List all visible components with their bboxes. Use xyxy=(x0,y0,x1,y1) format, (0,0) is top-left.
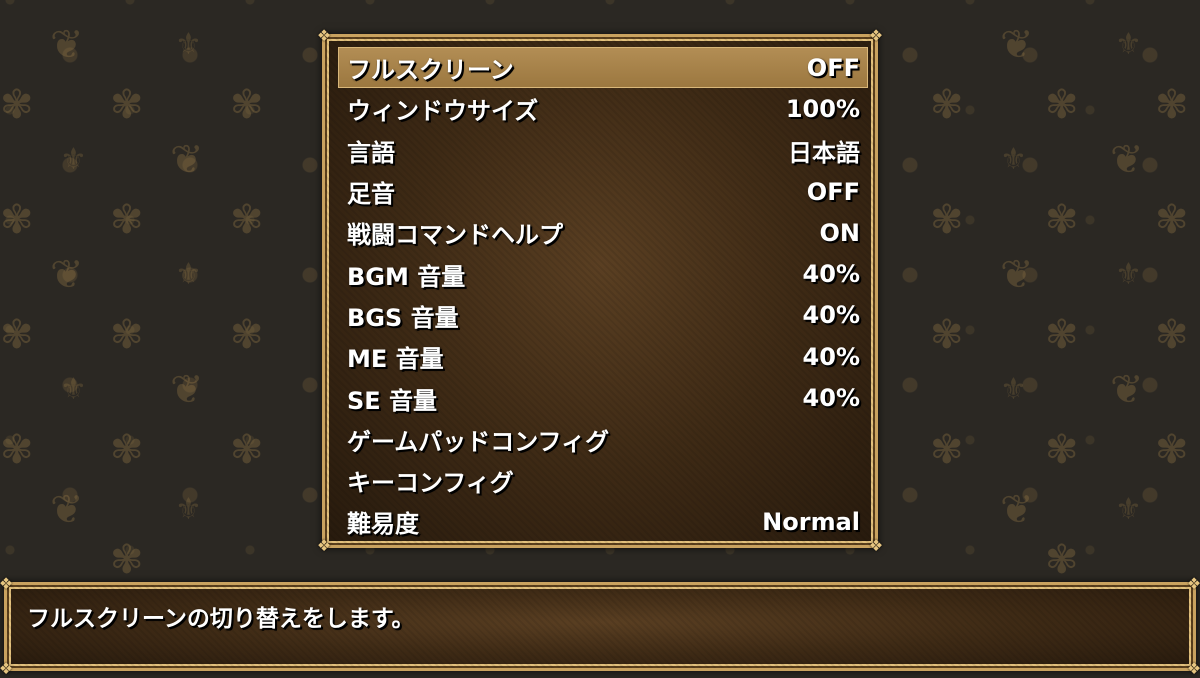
damask-pattern-icon: ❦ xyxy=(170,367,204,413)
option-battle-command-help[interactable]: 戦闘コマンドヘルプ ON xyxy=(338,212,868,253)
damask-pattern-icon: ⚜ xyxy=(1115,27,1142,62)
option-bgs-volume[interactable]: BGS 音量 40% xyxy=(338,295,868,336)
option-value: ON xyxy=(819,218,861,247)
damask-pattern-icon: ✾ xyxy=(1045,427,1079,473)
ornament-corner-icon: ❖ xyxy=(868,26,884,45)
damask-pattern-icon: ✾ xyxy=(1155,82,1189,128)
option-value: 日本語 xyxy=(788,138,860,167)
damask-pattern-icon: ⚜ xyxy=(175,27,202,62)
damask-pattern-icon: ❦ xyxy=(50,22,84,68)
damask-pattern-icon: ✾ xyxy=(930,312,964,358)
damask-pattern-icon: ✾ xyxy=(110,82,144,128)
option-me-volume[interactable]: ME 音量 40% xyxy=(338,336,868,377)
option-label: ウィンドウサイズ xyxy=(347,97,539,126)
ornament-corner-icon: ❖ xyxy=(868,536,884,555)
option-value: 100% xyxy=(785,94,860,123)
option-label: キーコンフィグ xyxy=(347,469,514,498)
option-key-config[interactable]: キーコンフィグ xyxy=(338,460,868,501)
damask-pattern-icon: ❦ xyxy=(1000,487,1034,533)
damask-pattern-icon: ✾ xyxy=(230,197,264,243)
damask-pattern-icon: ✾ xyxy=(0,312,34,358)
damask-pattern-icon: ✾ xyxy=(1045,82,1079,128)
option-se-volume[interactable]: SE 音量 40% xyxy=(338,377,868,418)
option-value: OFF xyxy=(806,53,860,82)
option-window-size[interactable]: ウィンドウサイズ 100% xyxy=(338,88,868,129)
option-value: Normal xyxy=(762,507,860,536)
damask-pattern-icon: ❦ xyxy=(1000,22,1034,68)
option-label: 足音 xyxy=(347,180,395,209)
option-bgm-volume[interactable]: BGM 音量 40% xyxy=(338,253,868,294)
damask-pattern-icon: ✾ xyxy=(230,427,264,473)
options-window: ❖ ❖ ❖ ❖ フルスクリーン OFF ウィンドウサイズ 100% 言語 日本語… xyxy=(317,28,883,554)
damask-pattern-icon: ✾ xyxy=(230,312,264,358)
option-value: OFF xyxy=(806,177,860,206)
option-label: 戦闘コマンドヘルプ xyxy=(347,221,563,250)
option-footsteps[interactable]: 足音 OFF xyxy=(338,171,868,212)
help-window: ❖ ❖ ❖ ❖ フルスクリーンの切り替えをします。 xyxy=(0,576,1200,677)
damask-pattern-icon: ✾ xyxy=(1045,197,1079,243)
damask-pattern-icon: ❦ xyxy=(1110,137,1144,183)
ornament-corner-icon: ❖ xyxy=(316,26,332,45)
option-value: 40% xyxy=(802,260,860,289)
option-label: 難易度 xyxy=(347,510,419,539)
help-text: フルスクリーンの切り替えをします。 xyxy=(27,606,415,632)
ornament-corner-icon: ❖ xyxy=(316,536,332,555)
damask-pattern-icon: ✾ xyxy=(1045,537,1079,583)
damask-pattern-icon: ✾ xyxy=(0,82,34,128)
damask-pattern-icon: ✾ xyxy=(930,82,964,128)
damask-pattern-icon: ✾ xyxy=(1155,427,1189,473)
damask-pattern-icon: ✾ xyxy=(0,197,34,243)
option-gamepad-config[interactable]: ゲームパッドコンフィグ xyxy=(338,419,868,460)
option-label: SE 音量 xyxy=(347,386,438,415)
option-fullscreen[interactable]: フルスクリーン OFF xyxy=(338,47,868,89)
damask-pattern-icon: ✾ xyxy=(110,537,144,583)
option-value: 40% xyxy=(802,384,860,413)
damask-pattern-icon: ✾ xyxy=(110,427,144,473)
options-list: フルスクリーン OFF ウィンドウサイズ 100% 言語 日本語 足音 OFF … xyxy=(338,47,868,543)
damask-pattern-icon: ❦ xyxy=(1110,367,1144,413)
damask-pattern-icon: ✾ xyxy=(1045,312,1079,358)
damask-pattern-icon: ⚜ xyxy=(1000,142,1027,177)
option-value: 40% xyxy=(802,342,860,371)
option-label: BGS 音量 xyxy=(347,303,459,332)
damask-pattern-icon: ❦ xyxy=(170,137,204,183)
damask-pattern-icon: ✾ xyxy=(930,427,964,473)
damask-pattern-icon: ❦ xyxy=(50,487,84,533)
damask-pattern-icon: ⚜ xyxy=(60,142,87,177)
damask-pattern-icon: ⚜ xyxy=(175,257,202,292)
damask-pattern-icon: ✾ xyxy=(0,427,34,473)
damask-pattern-icon: ✾ xyxy=(110,197,144,243)
damask-pattern-icon: ⚜ xyxy=(1000,372,1027,407)
option-label: BGM 音量 xyxy=(347,262,466,291)
option-language[interactable]: 言語 日本語 xyxy=(338,130,868,171)
option-value: 40% xyxy=(802,301,860,330)
option-difficulty[interactable]: 難易度 Normal xyxy=(338,501,868,542)
damask-pattern-icon: ❦ xyxy=(50,252,84,298)
ornament-corner-icon: ❖ xyxy=(1186,574,1200,593)
damask-pattern-icon: ⚜ xyxy=(1115,492,1142,527)
damask-pattern-icon: ❦ xyxy=(1000,252,1034,298)
damask-pattern-icon: ⚜ xyxy=(1115,257,1142,292)
option-label: ME 音量 xyxy=(347,345,444,374)
damask-pattern-icon: ✾ xyxy=(110,312,144,358)
damask-pattern-icon: ⚜ xyxy=(175,492,202,527)
damask-pattern-icon: ✾ xyxy=(930,197,964,243)
damask-pattern-icon: ✾ xyxy=(230,82,264,128)
option-label: 言語 xyxy=(347,138,395,167)
option-label: フルスクリーン xyxy=(347,56,514,85)
option-label: ゲームパッドコンフィグ xyxy=(347,427,610,456)
damask-pattern-icon: ⚜ xyxy=(60,372,87,407)
damask-pattern-icon: ✾ xyxy=(1155,312,1189,358)
ornament-corner-icon: ❖ xyxy=(0,574,14,593)
damask-pattern-icon: ✾ xyxy=(1155,197,1189,243)
